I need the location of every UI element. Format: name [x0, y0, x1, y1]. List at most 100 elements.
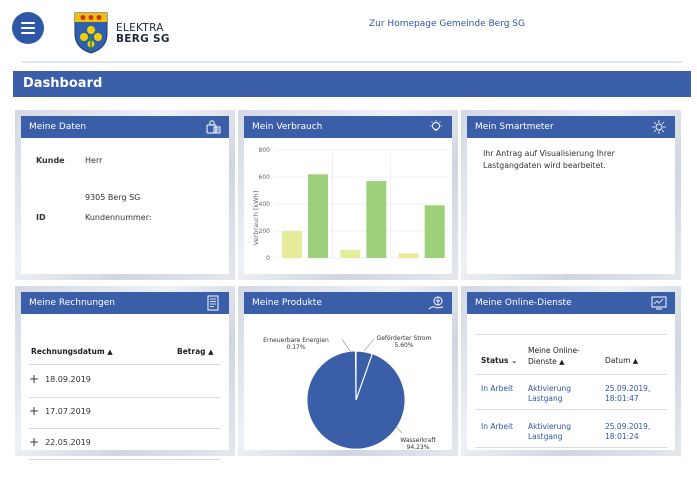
- tile-panel: Meine Online-Dienste Status ⌄ Meine Onli…: [467, 292, 675, 450]
- menu-line: [21, 32, 35, 34]
- tile-title: Mein Verbrauch: [252, 122, 323, 132]
- tile-title: Mein Smartmeter: [475, 122, 554, 132]
- divider: [475, 374, 667, 375]
- column-label-text: Dienste: [528, 357, 557, 366]
- sort-up-icon: ▲: [107, 348, 113, 356]
- y-tick-label: 200: [259, 228, 271, 235]
- service-date-line-2: 18:01:47: [605, 394, 639, 403]
- tile-panel: Meine Rechnungen Rechnungsdatum ▲ Betrag…: [21, 292, 229, 460]
- service-name-line-1: Aktivierung: [528, 384, 571, 393]
- service-name[interactable]: Aktivierung Lastgang: [528, 384, 571, 404]
- header-divider: [22, 61, 682, 63]
- invoice-row[interactable]: + 17.07.2019: [29, 405, 91, 417]
- sort-up-icon: ▲: [632, 357, 639, 365]
- service-name-line-1: Aktivierung: [528, 422, 571, 431]
- menu-line: [21, 22, 35, 24]
- label-erneuerbare-energien: Erneuerbare Energien: [263, 337, 329, 344]
- invoice-row[interactable]: + 22.05.2019: [29, 436, 91, 448]
- tile-body: Rechnungsdatum ▲ Betrag ▲ + 18.09.2019 +…: [21, 314, 229, 460]
- leader-line: [341, 338, 351, 352]
- label-wasserkraft: Wasserkraft: [400, 437, 436, 444]
- bar-light[interactable]: [398, 253, 419, 258]
- bar-green[interactable]: [366, 181, 387, 258]
- divider: [29, 428, 221, 429]
- column-header-datum[interactable]: Datum ▲: [605, 356, 638, 365]
- online-services-icon: [651, 296, 667, 310]
- smartmeter-icon: [652, 120, 666, 134]
- tile-body: Kunde Herr 9305 Berg SG ID Kundennummer:: [21, 138, 229, 274]
- service-name[interactable]: Aktivierung Lastgang: [528, 422, 571, 442]
- tile-body: Status ⌄ Meine Online- Dienste ▲ Datum ▲…: [467, 314, 675, 450]
- y-tick-label: 600: [259, 174, 271, 181]
- products-pie-chart: Erneuerbare Energien 0.17% Geförderter S…: [263, 335, 436, 451]
- invoice-row[interactable]: + 18.09.2019: [29, 373, 91, 385]
- tile-panel: Mein Smartmeter Ihr Antrag auf Visualisi…: [467, 116, 675, 274]
- service-date-line-1: 25.09.2019,: [605, 422, 651, 431]
- divider: [29, 364, 221, 365]
- service-date-line-1: 25.09.2019,: [605, 384, 651, 393]
- service-date[interactable]: 25.09.2019, 18:01:24: [605, 422, 650, 442]
- tile-body: 800 600 400 200 0 Verbrauch [kWh]: [244, 138, 452, 274]
- tile-panel: Meine Daten Kunde Herr 9305 Berg SG ID K…: [21, 116, 229, 274]
- invoice-date: 17.07.2019: [45, 406, 91, 416]
- bar-light[interactable]: [340, 249, 361, 258]
- invoice-date: 22.05.2019: [45, 437, 91, 447]
- tile-mein-verbrauch: Mein Verbrauch 800 600 400 200 0 Verbrauch […: [238, 110, 458, 280]
- tile-title: Meine Rechnungen: [29, 298, 116, 308]
- tile-header[interactable]: Mein Smartmeter: [467, 116, 675, 138]
- id-label: ID: [36, 213, 46, 222]
- tile-title: Meine Daten: [29, 122, 87, 132]
- column-label: Rechnungsdatum: [31, 347, 105, 356]
- tile-header[interactable]: Meine Rechnungen: [21, 292, 229, 314]
- service-name-line-2: Lastgang: [528, 394, 563, 403]
- sort-up-icon: ▲: [559, 358, 565, 366]
- pct-gefoerderter-strom: 5.60%: [394, 342, 413, 349]
- leader-line: [363, 338, 375, 352]
- tile-header[interactable]: Meine Produkte: [244, 292, 452, 314]
- service-date[interactable]: 25.09.2019, 18:01:47: [605, 384, 650, 404]
- lightbulb-icon: [430, 120, 442, 131]
- divider: [29, 397, 221, 398]
- hamburger-menu-button[interactable]: [12, 12, 44, 44]
- header: ELEKTRA BERG SG Zur Homepage Gemeinde Be…: [0, 0, 697, 63]
- divider: [29, 459, 221, 460]
- tile-header[interactable]: Meine Online-Dienste: [467, 292, 675, 314]
- y-tick-label: 400: [259, 201, 271, 208]
- consumption-bar-chart: 800 600 400 200 0 Verbrauch [kWh]: [252, 147, 449, 262]
- coat-of-arms-logo[interactable]: [72, 10, 110, 54]
- bar-green[interactable]: [424, 205, 445, 258]
- column-label-line-1: Meine Online-: [528, 346, 580, 355]
- column-label-line-2: Dienste ▲: [528, 357, 580, 366]
- tile-body: Ihr Antrag auf Visualisierung Ihrer Last…: [467, 138, 675, 274]
- dashboard-bar: Dashboard: [13, 71, 691, 97]
- bar-light[interactable]: [282, 231, 302, 258]
- tile-body: Erneuerbare Energien 0.17% Geförderter S…: [244, 314, 452, 451]
- homepage-link[interactable]: Zur Homepage Gemeinde Berg SG: [369, 19, 525, 29]
- pct-wasserkraft: 94.23%: [407, 444, 430, 451]
- service-status[interactable]: In Arbeit: [481, 422, 513, 432]
- column-header-rechnungsdatum[interactable]: Rechnungsdatum ▲: [31, 347, 113, 356]
- column-header-betrag[interactable]: Betrag ▲: [177, 347, 214, 356]
- tile-meine-online-dienste: Meine Online-Dienste Status ⌄ Meine Onli…: [461, 286, 681, 456]
- expand-plus-icon[interactable]: +: [29, 373, 39, 385]
- bar-green[interactable]: [308, 174, 328, 258]
- tile-title: Meine Produkte: [252, 298, 322, 308]
- id-value: Kundennummer:: [85, 213, 152, 222]
- label-gefoerderter-strom: Geförderter Strom: [377, 335, 432, 342]
- invoice-date: 18.09.2019: [45, 374, 91, 384]
- divider: [475, 447, 667, 448]
- pct-erneuerbare-energien: 0.17%: [286, 344, 305, 351]
- y-tick-label: 0: [266, 255, 270, 262]
- expand-plus-icon[interactable]: +: [29, 436, 39, 448]
- service-status[interactable]: In Arbeit: [481, 384, 513, 394]
- sort-down-icon: ⌄: [511, 356, 518, 365]
- y-tick-label: 800: [259, 147, 271, 154]
- tile-header[interactable]: Mein Verbrauch: [244, 116, 452, 138]
- tile-title: Meine Online-Dienste: [475, 298, 572, 308]
- brand-name: ELEKTRA BERG SG: [116, 23, 170, 45]
- column-header-dienste[interactable]: Meine Online- Dienste ▲: [528, 346, 580, 366]
- menu-line: [21, 27, 35, 29]
- column-header-status[interactable]: Status ⌄: [481, 356, 517, 365]
- expand-plus-icon[interactable]: +: [29, 405, 39, 417]
- tile-header[interactable]: Meine Daten: [21, 116, 229, 138]
